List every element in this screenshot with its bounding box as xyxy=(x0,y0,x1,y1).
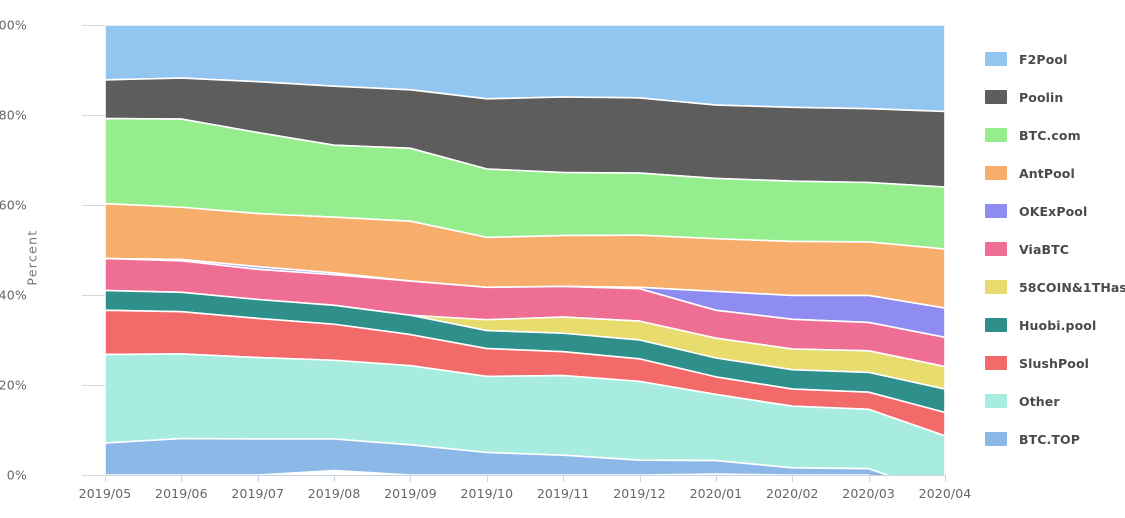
legend-item[interactable]: Huobi.pool xyxy=(985,306,1125,344)
x-axis-tick-mark xyxy=(105,475,106,482)
y-axis-tick-mark xyxy=(82,25,105,26)
x-axis-tick-label: 2019/06 xyxy=(155,486,208,501)
x-axis-tick-label: 2020/02 xyxy=(765,486,819,501)
legend-swatch-icon xyxy=(985,356,1007,370)
legend-item-label: ViaBTC xyxy=(1019,241,1070,257)
area-series-svg xyxy=(105,25,945,475)
legend-item-label: F2Pool xyxy=(1019,51,1068,67)
x-axis-tick-mark xyxy=(639,475,641,482)
x-axis-tick-label: 2019/07 xyxy=(231,486,285,501)
x-axis: 2019/05 2019/06 2019/07 2019/08 2019/09 2019/… xyxy=(79,475,971,515)
y-axis-tick-label: 100% xyxy=(0,17,27,33)
legend-swatch-icon xyxy=(985,242,1007,256)
legend-swatch-icon xyxy=(985,318,1007,332)
legend-item-label: Poolin xyxy=(1019,89,1064,105)
legend-item[interactable]: BTC.TOP xyxy=(985,420,1125,458)
y-axis-tick-label: 0% xyxy=(6,467,27,483)
x-axis-tick-label: 2019/12 xyxy=(613,486,666,501)
plot-area xyxy=(105,25,945,475)
y-axis-tick-mark xyxy=(82,475,105,476)
y-axis: Percent 0%20%40%60%80%100% xyxy=(0,0,105,518)
x-axis-tick-mark xyxy=(181,475,183,482)
x-axis-tick-mark xyxy=(410,475,412,482)
x-axis-tick-mark xyxy=(868,475,870,482)
x-axis-tick-label: 2019/11 xyxy=(536,486,590,501)
stacked-area-chart: Percent 0%20%40%60%80%100% 2019/052019/0… xyxy=(0,0,1125,518)
legend-item-label: Other xyxy=(1019,393,1060,409)
chart-legend: F2Pool Poolin BTC.com AntPool OKExPool ViaBTC… xyxy=(985,40,1125,458)
legend-item[interactable]: ViaBTC xyxy=(985,230,1125,268)
legend-swatch-icon xyxy=(985,52,1007,66)
legend-swatch-icon xyxy=(985,166,1007,180)
y-axis-tick-label: 80% xyxy=(0,107,27,123)
legend-item[interactable]: 58COIN&1THash xyxy=(985,268,1125,306)
legend-item-label: OKExPool xyxy=(1019,203,1088,219)
legend-swatch-icon xyxy=(985,280,1007,294)
x-axis-tick-mark xyxy=(563,475,565,482)
y-axis-tick-mark xyxy=(82,115,105,116)
x-axis-tick-label: 2019/05 xyxy=(78,486,132,501)
legend-swatch-icon xyxy=(985,432,1007,446)
legend-item[interactable]: F2Pool xyxy=(985,40,1125,78)
x-axis-tick-mark xyxy=(715,475,717,482)
x-axis-tick-label: 2020/01 xyxy=(689,486,743,501)
legend-swatch-icon xyxy=(985,128,1007,142)
y-axis-tick-label: 20% xyxy=(0,377,27,393)
legend-item-label: AntPool xyxy=(1019,165,1075,181)
x-axis-tick-label: 2019/09 xyxy=(384,486,437,501)
x-axis-tick-mark xyxy=(486,475,488,482)
y-axis-tick-mark xyxy=(82,385,105,386)
legend-swatch-icon xyxy=(985,204,1007,218)
legend-item-label: BTC.TOP xyxy=(1019,431,1080,447)
y-axis-tick-label: 40% xyxy=(0,287,27,303)
legend-swatch-icon xyxy=(985,90,1007,104)
x-axis-tick-label: 2020/04 xyxy=(918,486,972,501)
legend-item[interactable]: Other xyxy=(985,382,1125,420)
legend-swatch-icon xyxy=(985,394,1007,408)
legend-item-label: Huobi.pool xyxy=(1019,317,1097,333)
legend-item-label: SlushPool xyxy=(1019,355,1090,371)
legend-item-label: BTC.com xyxy=(1019,127,1081,143)
x-axis-tick-label: 2019/10 xyxy=(460,486,514,501)
x-axis-line xyxy=(105,475,945,476)
x-axis-tick-mark xyxy=(792,475,794,482)
x-axis-tick-label: 2020/03 xyxy=(842,486,895,501)
legend-item[interactable]: AntPool xyxy=(985,154,1125,192)
x-axis-tick-mark xyxy=(334,475,336,482)
x-axis-tick-mark xyxy=(945,475,946,482)
y-axis-tick-label: 60% xyxy=(0,197,27,213)
x-axis-tick-mark xyxy=(257,475,259,482)
y-axis-tick-mark xyxy=(82,295,105,296)
legend-item[interactable]: SlushPool xyxy=(985,344,1125,382)
legend-item[interactable]: OKExPool xyxy=(985,192,1125,230)
y-axis-tick-mark xyxy=(82,205,105,206)
legend-item-label: 58COIN&1THash xyxy=(1019,279,1125,295)
legend-item[interactable]: BTC.com xyxy=(985,116,1125,154)
legend-item[interactable]: Poolin xyxy=(985,78,1125,116)
x-axis-tick-label: 2019/08 xyxy=(307,486,361,501)
